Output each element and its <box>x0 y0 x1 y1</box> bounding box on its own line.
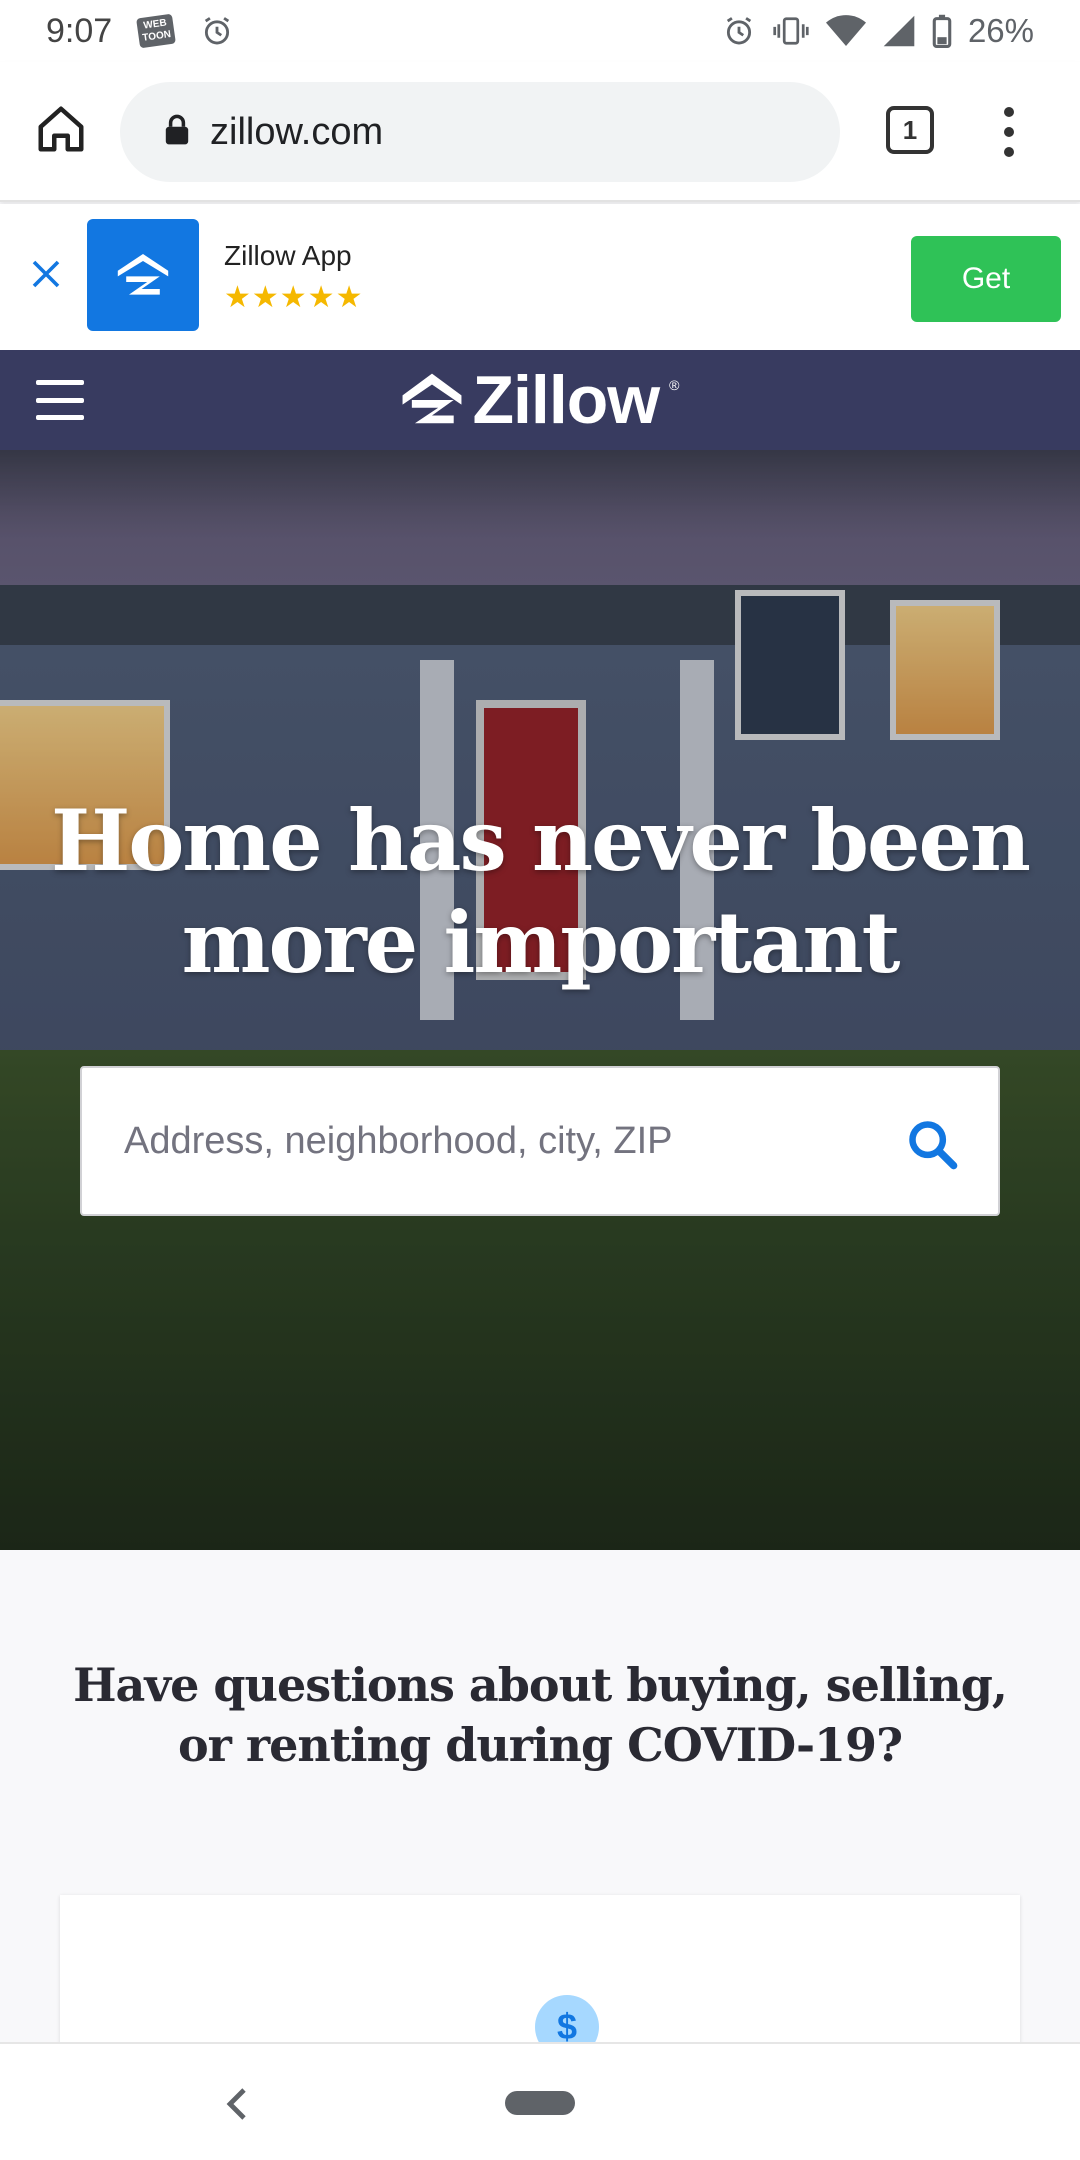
tabs-icon[interactable]: 1 <box>886 106 934 154</box>
get-app-button[interactable]: Get <box>911 236 1061 322</box>
hero-title: Home has never been more important <box>51 791 1031 992</box>
home-pill-icon[interactable] <box>505 2091 575 2115</box>
hero-section: Home has never been more important <box>0 450 1080 1550</box>
zillow-logo-mark-icon <box>402 373 461 424</box>
lock-icon <box>164 114 190 151</box>
smart-app-banner: Zillow App ★★★★★ Get <box>0 204 1080 350</box>
site-header: Zillow ® <box>0 350 1080 450</box>
search-box <box>80 1066 1000 1216</box>
app-name: Zillow App <box>224 240 352 271</box>
logo-registered-mark: ® <box>669 377 680 393</box>
alarm-icon <box>200 14 234 48</box>
zillow-app-icon <box>87 219 199 331</box>
battery-percentage: 26% <box>967 12 1034 49</box>
search-input[interactable] <box>124 1119 884 1163</box>
search-icon[interactable] <box>906 1118 958 1170</box>
signal-icon <box>882 14 916 48</box>
vibrate-icon <box>772 14 810 48</box>
url-text: zillow.com <box>210 110 384 153</box>
address-bar[interactable]: zillow.com <box>120 82 840 182</box>
back-icon[interactable] <box>222 2084 252 2124</box>
browser-toolbar: zillow.com 1 <box>0 62 1080 202</box>
app-rating-stars: ★★★★★ <box>224 281 364 314</box>
covid-info-card[interactable]: $ <box>60 1895 1020 2059</box>
covid-heading: Have questions about buying, selling, or… <box>73 1658 1008 1772</box>
webtoon-notification-icon: WEB TOON <box>136 13 177 49</box>
wifi-icon <box>825 14 866 48</box>
logo-text: Zillow <box>472 362 661 438</box>
status-time: 9:07 <box>46 11 113 50</box>
system-navigation-bar <box>0 2042 1080 2160</box>
status-bar: 9:07 WEB TOON 26% <box>0 0 1080 62</box>
hamburger-menu-icon[interactable] <box>36 380 84 420</box>
battery-icon <box>932 14 952 48</box>
alarm-icon <box>722 14 756 48</box>
tab-count: 1 <box>902 114 918 145</box>
home-icon[interactable] <box>34 102 88 156</box>
hero-overlay <box>0 450 1080 1550</box>
zillow-logo[interactable]: Zillow ® <box>401 361 680 439</box>
close-icon[interactable] <box>28 256 64 292</box>
more-vert-icon[interactable] <box>994 102 1024 162</box>
